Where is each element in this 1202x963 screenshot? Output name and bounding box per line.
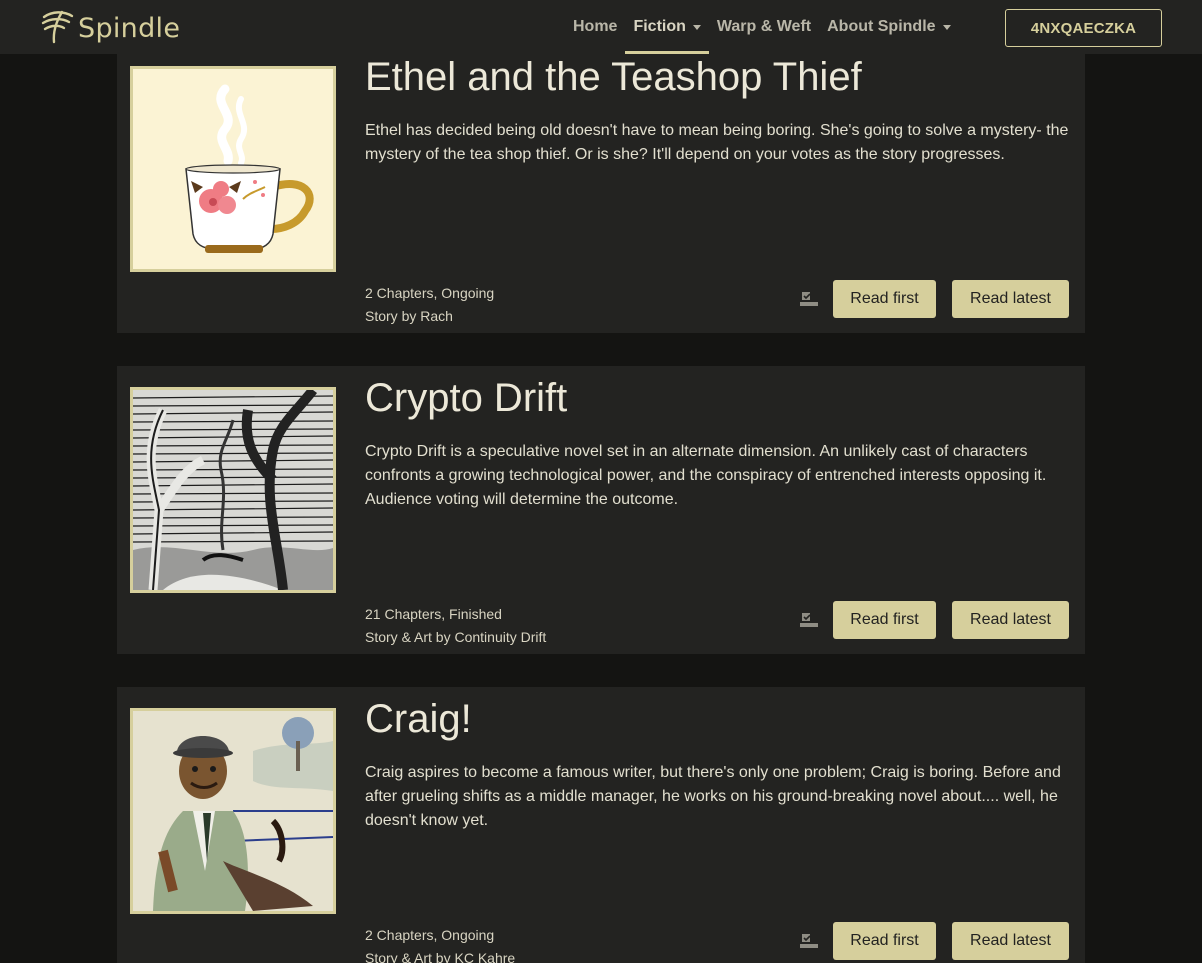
read-latest-button[interactable]: Read latest xyxy=(952,280,1069,318)
caret-down-icon xyxy=(692,24,701,30)
brand-name: Spindle xyxy=(78,12,181,44)
man-illustration xyxy=(133,711,333,911)
bookmark-add-icon[interactable] xyxy=(799,289,819,309)
story-chapter-status: 21 Chapters, Finished xyxy=(365,606,502,622)
nav-home-label: Home xyxy=(573,18,618,35)
read-first-button[interactable]: Read first xyxy=(833,601,936,639)
story-credit: Story & Art by Continuity Drift xyxy=(365,629,547,645)
story-chapter-status: 2 Chapters, Ongoing xyxy=(365,285,495,301)
bookmark-add-icon[interactable] xyxy=(799,931,819,951)
story-cover-image[interactable] xyxy=(130,387,336,593)
nav-about-dropdown[interactable]: About Spindle xyxy=(819,0,958,54)
brand-logo-link[interactable]: Spindle xyxy=(40,8,180,48)
nav-warp-weft-label: Warp & Weft xyxy=(716,18,812,35)
nav-links: Home Fiction Warp & Weft About Spindle xyxy=(565,0,959,54)
read-first-button[interactable]: Read first xyxy=(833,280,936,318)
story-description: Ethel has decided being old doesn't have… xyxy=(365,122,1069,163)
story-description: Crypto Drift is a speculative novel set … xyxy=(365,443,1047,508)
story-chapter-status: 2 Chapters, Ongoing xyxy=(365,927,495,943)
story-title[interactable]: Crypto Drift xyxy=(365,376,567,421)
nav-fiction-dropdown[interactable]: Fiction xyxy=(625,0,710,54)
story-meta: 2 Chapters, Ongoing Story & Art by KC Ka… xyxy=(365,924,515,963)
nav-home-link[interactable]: Home xyxy=(565,0,625,54)
top-navbar: Spindle Home Fiction Warp & Weft About S… xyxy=(0,0,1202,54)
read-latest-button[interactable]: Read latest xyxy=(952,922,1069,960)
nav-fiction-label: Fiction xyxy=(633,18,686,35)
story-actions: Read first Read latest xyxy=(799,922,1069,960)
story-card: Ethel and the Teashop Thief Ethel has de… xyxy=(117,45,1085,333)
nav-warp-weft-link[interactable]: Warp & Weft xyxy=(709,0,819,54)
story-actions: Read first Read latest xyxy=(799,280,1069,318)
teacup-illustration xyxy=(133,69,333,269)
story-description: Craig aspires to become a famous writer,… xyxy=(365,764,1061,829)
caret-down-icon xyxy=(942,24,951,30)
story-meta: 2 Chapters, Ongoing Story by Rach xyxy=(365,282,494,328)
account-code-button[interactable]: 4NXQA​ECZKA xyxy=(1005,9,1162,47)
story-card: Craig! Craig aspires to become a famous … xyxy=(117,687,1085,963)
story-cover-image[interactable] xyxy=(130,708,336,914)
story-card: Crypto Drift Crypto Drift is a speculati… xyxy=(117,366,1085,654)
story-credit: Story by Rach xyxy=(365,308,453,324)
story-actions: Read first Read latest xyxy=(799,601,1069,639)
nav-about-label: About Spindle xyxy=(827,18,936,35)
story-credit: Story & Art by KC Kahre xyxy=(365,950,516,963)
story-cover-image[interactable] xyxy=(130,66,336,272)
trees-illustration xyxy=(133,390,333,590)
story-title[interactable]: Craig! xyxy=(365,697,472,742)
story-title[interactable]: Ethel and the Teashop Thief xyxy=(365,55,862,100)
read-latest-button[interactable]: Read latest xyxy=(952,601,1069,639)
spindle-logo-icon xyxy=(40,8,74,49)
bookmark-add-icon[interactable] xyxy=(799,610,819,630)
read-first-button[interactable]: Read first xyxy=(833,922,936,960)
story-meta: 21 Chapters, Finished Story & Art by Con… xyxy=(365,603,546,649)
